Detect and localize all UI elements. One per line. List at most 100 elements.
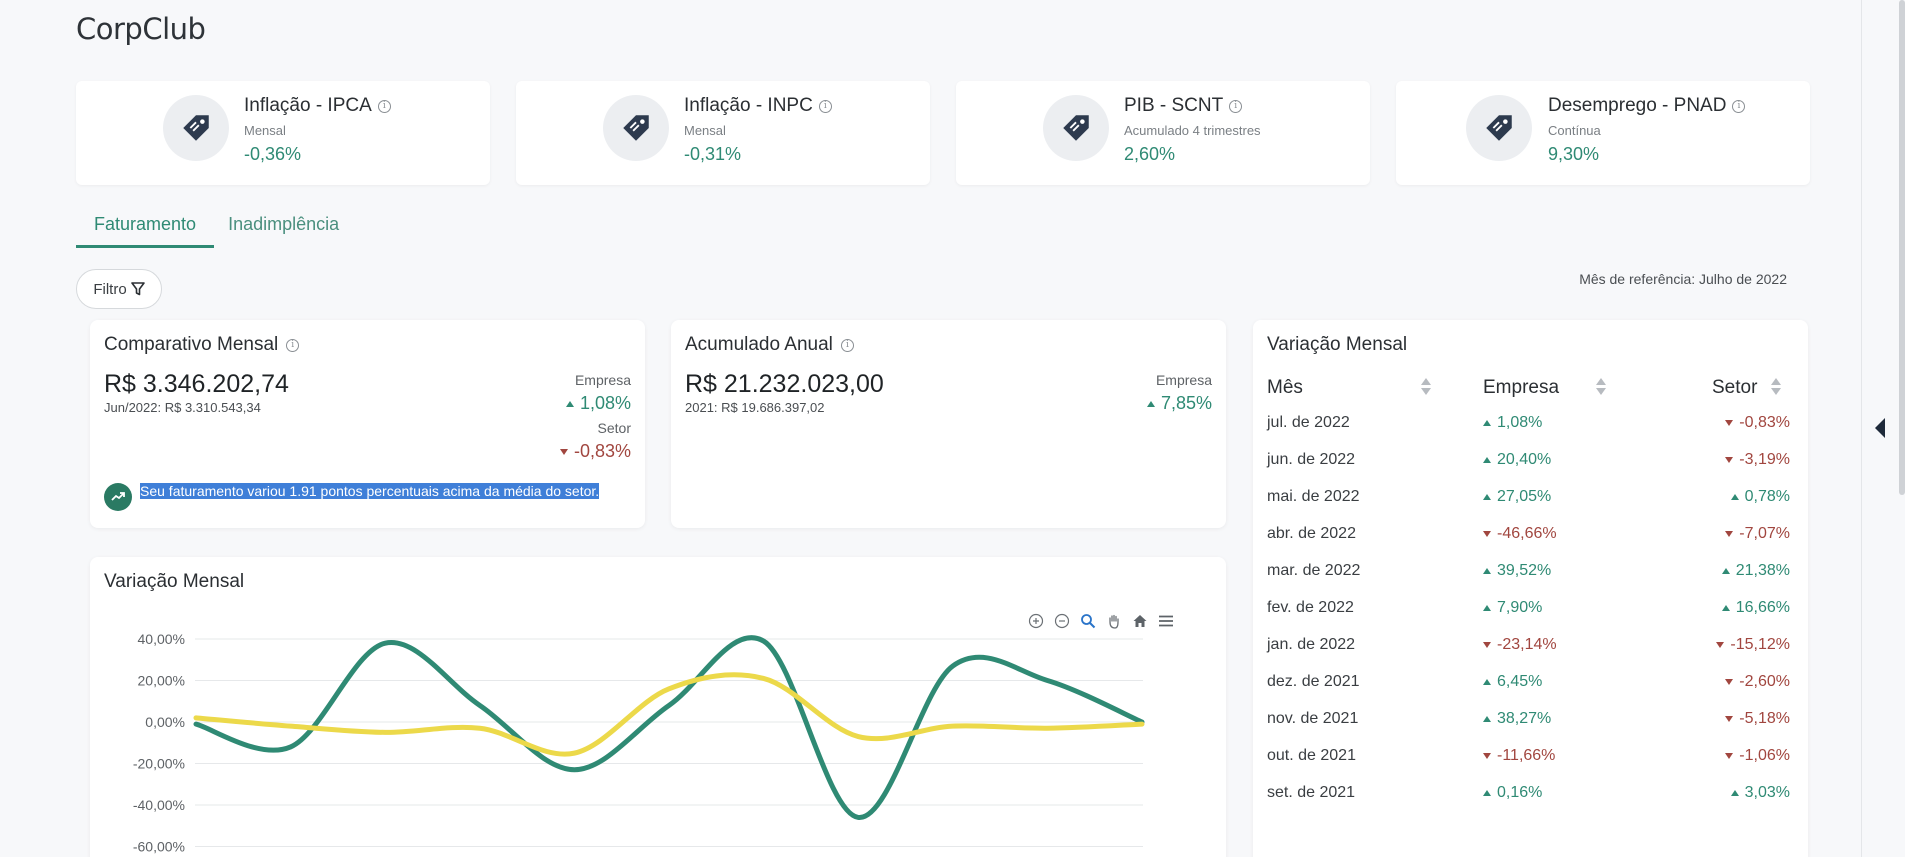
arrow-down-icon xyxy=(1725,456,1734,463)
table-row: fev. de 2022 7,90% 16,66% xyxy=(1253,591,1808,628)
arrow-up-icon xyxy=(1146,401,1155,408)
row-sector-variation: 3,03% xyxy=(1730,784,1790,802)
row-company-variation: 0,16% xyxy=(1483,784,1542,802)
series-line-sector[interactable] xyxy=(193,672,1145,757)
row-month: mar. de 2022 xyxy=(1267,562,1361,579)
row-company-variation: 7,90% xyxy=(1483,599,1542,617)
row-month: jun. de 2022 xyxy=(1267,451,1356,468)
row-month: dez. de 2021 xyxy=(1267,673,1360,690)
revenue-value: R$ 3.346.202,74 xyxy=(104,370,289,398)
arrow-up-icon xyxy=(1483,678,1491,685)
card-title: Comparativo Mensal i xyxy=(104,334,300,356)
table-row: abr. de 2022 -46,66% -7,07% xyxy=(1253,517,1808,554)
table-row: jul. de 2022 1,08% -0,83% xyxy=(1253,406,1808,443)
row-month: out. de 2021 xyxy=(1267,747,1356,764)
variation-table-card: Variação Mensal Mês Empresa Setor jul. d… xyxy=(1253,320,1808,857)
row-month: nov. de 2021 xyxy=(1267,710,1359,727)
table-row: mai. de 2022 27,05% 0,78% xyxy=(1253,480,1808,517)
row-sector-variation: 21,38% xyxy=(1721,562,1790,580)
row-sector-variation: 16,66% xyxy=(1721,599,1790,617)
arrow-up-icon xyxy=(1721,567,1730,574)
y-tick-label: -60,00% xyxy=(133,839,185,855)
row-company-variation: -11,66% xyxy=(1483,747,1555,765)
scrollbar[interactable] xyxy=(1899,0,1905,495)
table-row: jun. de 2022 20,40% -3,19% xyxy=(1253,443,1808,480)
filter-button[interactable]: Filtro xyxy=(76,269,162,309)
row-company-variation: 20,40% xyxy=(1483,451,1551,469)
arrow-up-icon xyxy=(1483,789,1491,796)
info-icon[interactable]: i xyxy=(1732,99,1746,113)
annual-accumulated-card: Acumulado Anual i R$ 21.232.023,00 2021: … xyxy=(671,320,1226,528)
row-company-variation: 38,27% xyxy=(1483,710,1551,728)
arrow-up-icon xyxy=(565,401,574,408)
row-sector-variation: -7,07% xyxy=(1725,525,1790,543)
line-chart[interactable]: 40,00% 20,00% 0,00% -20,00% -40,00% -60,00% xyxy=(90,557,1226,857)
y-tick-label: -40,00% xyxy=(133,797,185,813)
table-row: mar. de 2022 39,52% 21,38% xyxy=(1253,554,1808,591)
arrow-down-icon xyxy=(1725,419,1734,426)
kpi-card-ipca: Inflação - IPCA i Mensal -0,36% xyxy=(76,81,490,185)
kpi-card-inpc: Inflação - INPC i Mensal -0,31% xyxy=(516,81,930,185)
kpi-title: Desemprego - PNAD i xyxy=(1548,95,1746,117)
row-month: abr. de 2022 xyxy=(1267,525,1356,542)
arrow-down-icon xyxy=(559,449,568,456)
row-month: fev. de 2022 xyxy=(1267,599,1354,616)
company-label: Empresa xyxy=(574,372,631,388)
sort-month-icon[interactable] xyxy=(1420,376,1432,398)
row-company-variation: -23,14% xyxy=(1483,636,1557,654)
arrow-up-icon xyxy=(1483,493,1491,500)
app-title: CorpClub xyxy=(76,12,206,46)
row-company-variation: 39,52% xyxy=(1483,562,1551,580)
arrow-down-icon xyxy=(1725,530,1734,537)
arrow-down-icon xyxy=(1716,641,1725,648)
table-row: nov. de 2021 38,27% -5,18% xyxy=(1253,702,1808,739)
col-header-company[interactable]: Empresa xyxy=(1483,377,1559,399)
price-tag-icon xyxy=(1466,95,1532,161)
arrow-down-icon xyxy=(1725,678,1734,685)
annual-value: R$ 21.232.023,00 xyxy=(685,370,884,398)
row-sector-variation: -3,19% xyxy=(1725,451,1790,469)
sort-sector-icon[interactable] xyxy=(1770,376,1782,398)
info-icon[interactable]: i xyxy=(840,338,854,352)
kpi-title: PIB - SCNT i xyxy=(1124,95,1261,117)
arrow-down-icon xyxy=(1483,641,1491,648)
variation-chart-card: Variação Mensal 40,00% 20,00% 0,00% -20,00%… xyxy=(90,557,1226,857)
info-icon[interactable]: i xyxy=(1229,99,1243,113)
card-title: Acumulado Anual i xyxy=(685,334,854,356)
row-company-variation: 1,08% xyxy=(1483,414,1542,432)
sort-company-icon[interactable] xyxy=(1595,376,1607,398)
arrow-up-icon xyxy=(1730,789,1739,796)
company-variation: 7,85% xyxy=(1146,393,1212,414)
previous-revenue: Jun/2022: R$ 3.310.543,34 xyxy=(104,400,261,415)
company-label: Empresa xyxy=(1155,372,1212,388)
price-tag-icon xyxy=(603,95,669,161)
kpi-value: 2,60% xyxy=(1124,144,1176,164)
tab-inadimplencia[interactable]: Inadimplência xyxy=(214,210,357,248)
row-sector-variation: -2,60% xyxy=(1725,673,1790,691)
tab-faturamento[interactable]: Faturamento xyxy=(76,210,215,248)
row-company-variation: 27,05% xyxy=(1483,488,1551,506)
y-tick-label: 20,00% xyxy=(138,673,185,689)
reference-month: Mês de referência: Julho de 2022 xyxy=(1579,271,1787,287)
kpi-title: Inflação - IPCA i xyxy=(244,95,391,117)
sector-variation: -0,83% xyxy=(559,441,631,462)
kpi-subtitle: Mensal xyxy=(684,123,726,138)
col-header-month[interactable]: Mês xyxy=(1267,377,1303,399)
monthly-comparison-card: Comparativo Mensal i R$ 3.346.202,74 Jun/… xyxy=(90,320,645,528)
y-tick-label: -20,00% xyxy=(133,756,185,772)
row-sector-variation: -1,06% xyxy=(1725,747,1790,765)
kpi-value: 9,30% xyxy=(1548,144,1600,164)
comparison-message: Seu faturamento variou 1.91 pontos perce… xyxy=(140,483,600,499)
info-icon[interactable]: i xyxy=(818,99,832,113)
filter-label: Filtro xyxy=(93,280,127,298)
collapse-arrow-icon[interactable] xyxy=(1875,418,1885,438)
table-row: dez. de 2021 6,45% -2,60% xyxy=(1253,665,1808,702)
table-row: jan. de 2022 -23,14% -15,12% xyxy=(1253,628,1808,665)
company-variation: 1,08% xyxy=(565,393,631,414)
col-header-sector[interactable]: Setor xyxy=(1712,377,1757,399)
table-row: set. de 2021 0,16% 3,03% xyxy=(1253,776,1808,813)
row-month: mai. de 2022 xyxy=(1267,488,1360,505)
tab-bar: Faturamento Inadimplência xyxy=(76,210,357,248)
info-icon[interactable]: i xyxy=(377,99,391,113)
info-icon[interactable]: i xyxy=(286,338,300,352)
